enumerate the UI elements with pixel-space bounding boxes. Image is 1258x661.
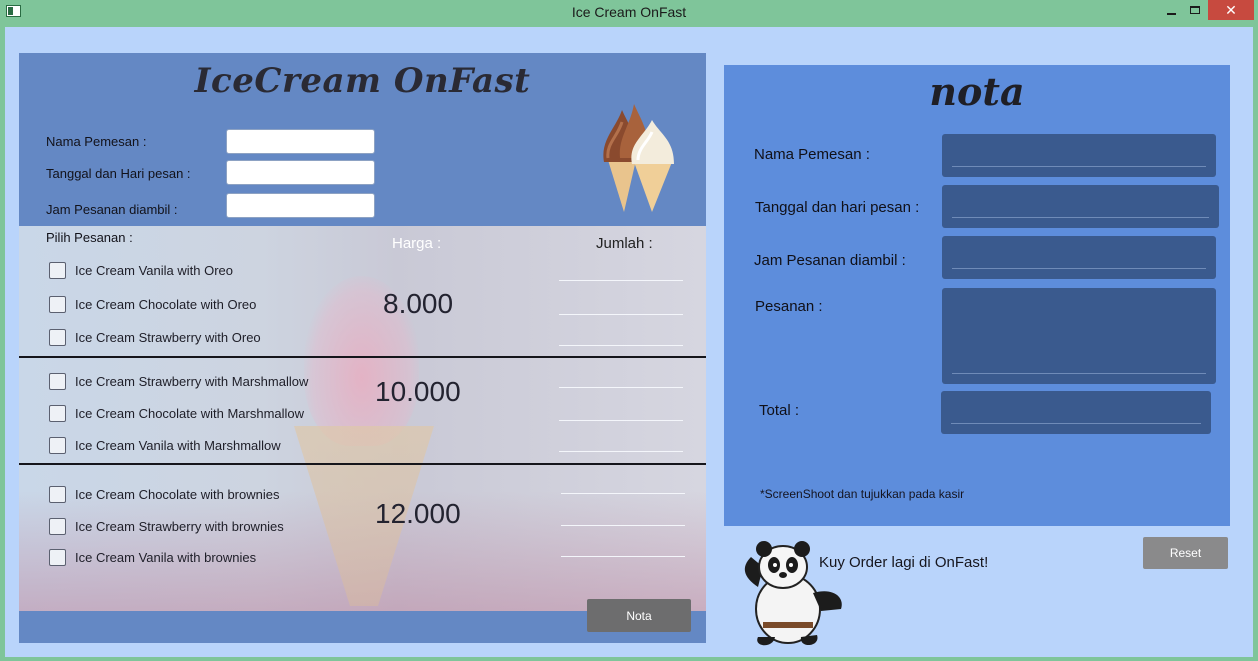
checkbox[interactable] [49,549,66,566]
menu-item-label: Ice Cream Chocolate with Oreo [75,297,257,312]
checkbox[interactable] [49,437,66,454]
icecream-cones-image [603,104,674,212]
close-button[interactable]: ✕ [1208,0,1254,20]
menu-item-label: Ice Cream Chocolate with Marshmallow [75,406,305,421]
receipt-jam-label: Jam Pesanan diambil : [754,252,906,269]
maximize-icon [1190,6,1200,14]
menu-item-checkbox[interactable]: Ice Cream Vanila with brownies [49,549,256,566]
price-label: 10.000 [375,376,461,407]
jumlah-input[interactable] [559,387,683,388]
menu-item-checkbox[interactable]: Ice Cream Chocolate with Oreo [49,296,256,313]
checkbox[interactable] [49,373,66,390]
nama-pemesan-label: Nama Pemesan : [46,134,147,149]
brand-title: IceCream OnFast [194,61,531,101]
jumlah-input[interactable] [561,525,685,526]
jam-pesanan-input[interactable] [226,193,375,218]
checkbox[interactable] [49,329,66,346]
menu-item-label: Ice Cream Strawberry with brownies [75,519,284,534]
menu-item-label: Ice Cream Chocolate with brownies [75,487,280,502]
receipt-title: nota [929,69,1025,114]
receipt-nama-field[interactable] [942,134,1216,177]
menu-item-checkbox[interactable]: Ice Cream Chocolate with Marshmallow [49,405,304,422]
menu-item-label: Ice Cream Vanila with brownies [75,550,257,565]
footer-message: Kuy Order lagi di OnFast! [819,554,989,571]
menu-item-checkbox[interactable]: Ice Cream Vanila with Oreo [49,262,233,279]
menu-item-checkbox[interactable]: Ice Cream Strawberry with brownies [49,518,284,535]
jumlah-input[interactable] [561,493,685,494]
pilih-pesanan-label: Pilih Pesanan : [46,230,133,245]
menu-item-checkbox[interactable]: Ice Cream Strawberry with Marshmallow [49,373,308,390]
minimize-button[interactable] [1158,0,1184,20]
menu-item-label: Ice Cream Vanila with Oreo [75,263,233,278]
panda-image [744,541,842,646]
menu-item-label: Ice Cream Strawberry with Oreo [75,330,261,345]
minimize-icon [1166,13,1176,15]
checkbox[interactable] [49,486,66,503]
menu-item-checkbox[interactable]: Ice Cream Vanila with Marshmallow [49,437,281,454]
reset-button[interactable]: Reset [1143,537,1228,569]
checkbox[interactable] [49,296,66,313]
price-label: 12.000 [375,498,461,529]
receipt-nama-label: Nama Pemesan : [754,146,870,163]
nama-pemesan-input[interactable] [226,129,375,154]
receipt-pesanan-label: Pesanan : [755,298,823,315]
receipt-jam-field[interactable] [942,236,1216,279]
receipt-tanggal-label: Tanggal dan hari pesan : [755,199,920,216]
menu-item-checkbox[interactable]: Ice Cream Chocolate with brownies [49,486,279,503]
jumlah-header: Jumlah : [596,235,653,252]
tanggal-pesan-label: Tanggal dan Hari pesan : [46,166,191,181]
jumlah-input[interactable] [561,556,685,557]
checkbox[interactable] [49,262,66,279]
jumlah-input[interactable] [559,280,683,281]
receipt-note: *ScreenShoot dan tujukkan pada kasir [760,487,965,501]
receipt-total-field[interactable] [941,391,1211,434]
close-icon: ✕ [1225,1,1237,18]
receipt-pesanan-field[interactable] [942,288,1216,384]
group-divider [19,356,706,358]
order-panel: IceCream OnFast Nama Pemesan : Tanggal d… [19,53,706,643]
window-content: IceCream OnFast Nama Pemesan : Tanggal d… [5,27,1253,657]
menu-item-label: Ice Cream Vanila with Marshmallow [75,438,281,453]
tanggal-pesan-input[interactable] [226,160,375,185]
menu-item-checkbox[interactable]: Ice Cream Strawberry with Oreo [49,329,261,346]
checkbox[interactable] [49,518,66,535]
maximize-button[interactable] [1184,0,1206,20]
menu-item-label: Ice Cream Strawberry with Marshmallow [75,374,309,389]
title-bar: Ice Cream OnFast ✕ [0,0,1258,26]
harga-header: Harga : [392,235,442,252]
receipt-total-label: Total : [759,402,800,419]
jumlah-input[interactable] [559,314,683,315]
receipt-panel: nota Nama Pemesan : Tanggal dan hari pes… [724,65,1230,526]
checkbox[interactable] [49,405,66,422]
nota-button[interactable]: Nota [587,599,691,632]
jumlah-input[interactable] [559,345,683,346]
price-label: 8.000 [383,288,454,319]
group-divider [19,463,706,465]
jumlah-input[interactable] [559,420,683,421]
jam-pesanan-label: Jam Pesanan diambil : [46,202,178,217]
jumlah-input[interactable] [559,451,683,452]
receipt-tanggal-field[interactable] [942,185,1219,228]
window-title: Ice Cream OnFast [571,4,687,20]
